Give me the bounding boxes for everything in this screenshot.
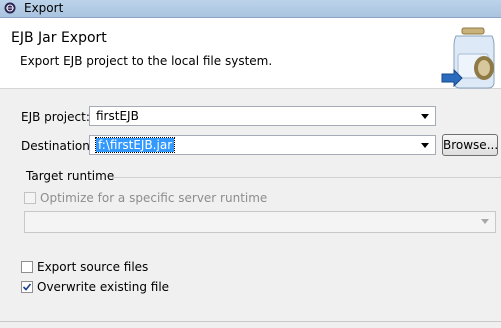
export-source-label: Export source files [37,260,149,274]
page-title: EJB Jar Export [11,30,107,46]
jar-export-icon [441,27,495,89]
wizard-header: EJB Jar Export Export EJB project to the… [0,18,501,89]
project-value: firstEJB [96,109,139,123]
checkmark-icon [22,283,32,291]
target-runtime-title: Target runtime [26,169,115,183]
chevron-down-icon[interactable] [421,143,429,148]
destination-label: Destination: [21,139,94,153]
bottom-divider [0,321,501,322]
title-bar: Export [0,0,501,18]
wizard-content: EJB project: firstEJB Destination: f:\fi… [0,89,501,328]
window-title: Export [24,1,64,15]
destination-value: f:\firstEJB.jar [94,137,176,153]
group-divider [112,177,501,178]
project-label: EJB project: [21,110,90,124]
destination-selected-text: f:\firstEJB.jar [94,137,176,153]
browse-button[interactable]: Browse... [442,134,498,156]
chevron-down-icon[interactable] [481,219,489,224]
overwrite-label: Overwrite existing file [37,280,170,294]
eclipse-icon [4,2,16,14]
destination-combo[interactable]: f:\firstEJB.jar [89,135,436,155]
page-description: Export EJB project to the local file sys… [20,54,273,68]
project-combo[interactable]: firstEJB [89,106,436,126]
runtime-combo[interactable] [24,211,496,233]
chevron-down-icon[interactable] [421,114,429,119]
optimize-checkbox[interactable] [24,192,36,204]
export-source-checkbox[interactable] [21,261,33,273]
optimize-label: Optimize for a specific server runtime [40,191,268,205]
overwrite-checkbox[interactable] [21,281,33,293]
